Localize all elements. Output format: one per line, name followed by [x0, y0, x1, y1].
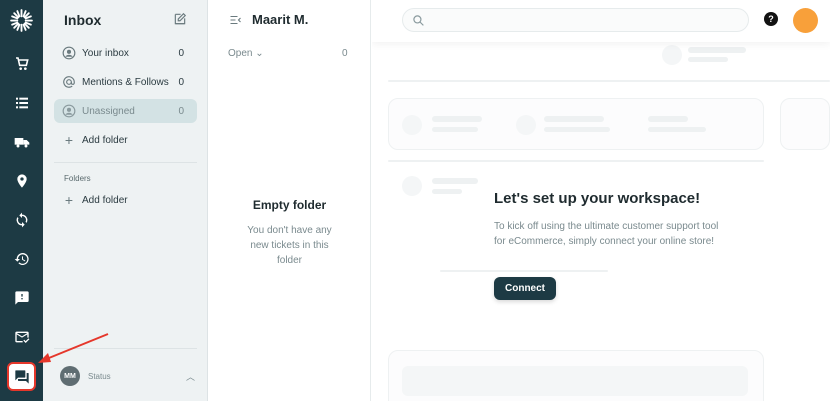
- skeleton: [688, 57, 728, 62]
- skeleton: [402, 366, 748, 396]
- setup-description: To kick off using the ultimate customer …: [494, 221, 719, 247]
- location-icon: [16, 174, 27, 188]
- filter-label: Open: [228, 48, 253, 59]
- skeleton: [432, 189, 462, 194]
- chevron-down-icon: ⌄: [255, 48, 264, 59]
- skeleton: [388, 160, 764, 162]
- folder-label: Mentions & Follows: [82, 76, 169, 88]
- user-icon: [62, 46, 76, 60]
- folder-mentions[interactable]: Mentions & Follows 0: [54, 70, 197, 94]
- main-area: ? Let's set up your workspace! To kick o…: [372, 0, 830, 401]
- folder-panel: Inbox Your inbox 0 Mentions & Follows 0 …: [43, 0, 208, 401]
- empty-state-description: You don't have any new tickets in this f…: [247, 225, 332, 266]
- refresh-icon: [16, 212, 27, 228]
- skeleton: [648, 127, 706, 132]
- skeleton: [432, 116, 482, 122]
- panel-title: Inbox: [64, 12, 102, 28]
- compose-icon[interactable]: [173, 12, 187, 26]
- skeleton: [402, 176, 422, 196]
- chevron-up-icon: ︿: [185, 371, 195, 382]
- skeleton: [432, 127, 478, 132]
- add-folder-label: Add folder: [82, 194, 128, 206]
- cart-icon: [15, 57, 29, 70]
- plus-icon: +: [64, 192, 74, 208]
- skeleton: [662, 45, 682, 65]
- divider: [54, 162, 197, 163]
- filter-count: 0: [342, 48, 348, 59]
- search-input[interactable]: [402, 8, 749, 32]
- folder-count: 0: [178, 76, 184, 88]
- folder-your-inbox[interactable]: Your inbox 0: [54, 41, 197, 65]
- logo-icon[interactable]: [9, 8, 34, 33]
- alert-icon: [14, 291, 29, 305]
- skeleton: [432, 178, 478, 184]
- profile-avatar[interactable]: [793, 8, 818, 33]
- status-filter-dropdown[interactable]: Open ⌄: [228, 48, 264, 59]
- nav-sync[interactable]: [0, 206, 43, 234]
- user-status-menu[interactable]: MM Status ︿: [60, 365, 197, 387]
- status-label: Status: [88, 371, 111, 381]
- divider: [54, 348, 197, 349]
- agent-name: Maarit M.: [252, 12, 309, 27]
- skeleton: [516, 115, 536, 135]
- nav-alerts[interactable]: [0, 284, 43, 312]
- plus-icon: +: [64, 132, 74, 148]
- left-rail: [0, 0, 43, 401]
- add-folder-label: Add folder: [82, 134, 128, 146]
- skeleton: [544, 116, 604, 122]
- chat-icon: [14, 369, 29, 384]
- connect-button[interactable]: Connect: [494, 277, 556, 300]
- skeleton: [544, 127, 610, 132]
- list-icon: [15, 97, 28, 109]
- add-folder-button[interactable]: + Add folder: [54, 128, 197, 152]
- nav-shipping[interactable]: [0, 128, 43, 156]
- skeleton: [648, 116, 688, 122]
- nav-location[interactable]: [0, 167, 43, 195]
- skeleton: [402, 115, 422, 135]
- nav-mail[interactable]: [0, 323, 43, 351]
- user-icon: [62, 104, 76, 118]
- skeleton: [388, 80, 830, 82]
- ticket-list: Maarit M. Open ⌄ 0 Empty folder You don'…: [208, 0, 371, 401]
- setup-title: Let's set up your workspace!: [494, 190, 701, 207]
- folder-label: Your inbox: [82, 47, 129, 59]
- folder-count: 0: [178, 47, 184, 59]
- nav-cart[interactable]: [0, 50, 43, 78]
- truck-icon: [14, 138, 29, 148]
- skeleton: [780, 98, 830, 150]
- help-button[interactable]: ?: [764, 12, 778, 26]
- app: Inbox Your inbox 0 Mentions & Follows 0 …: [0, 0, 830, 401]
- mail-check-icon: [14, 331, 29, 343]
- skeleton: [388, 98, 764, 150]
- top-bar: ?: [372, 0, 830, 42]
- avatar: MM: [60, 366, 80, 386]
- folders-section-label: Folders: [64, 174, 91, 183]
- skeleton: [440, 270, 608, 272]
- nav-history[interactable]: [0, 245, 43, 273]
- collapse-panel-icon[interactable]: [229, 14, 242, 26]
- folder-unassigned[interactable]: Unassigned 0: [54, 99, 197, 123]
- folder-count: 0: [178, 105, 184, 117]
- history-icon: [14, 253, 29, 265]
- folder-label: Unassigned: [82, 105, 135, 117]
- nav-chat[interactable]: [7, 362, 36, 391]
- search-icon: [413, 15, 424, 26]
- skeleton: [688, 47, 746, 53]
- at-icon: [62, 75, 76, 89]
- empty-state-title: Empty folder: [252, 198, 327, 212]
- add-custom-folder-button[interactable]: + Add folder: [54, 188, 197, 212]
- nav-list[interactable]: [0, 89, 43, 117]
- setup-panel: Let's set up your workspace! To kick off…: [494, 190, 724, 249]
